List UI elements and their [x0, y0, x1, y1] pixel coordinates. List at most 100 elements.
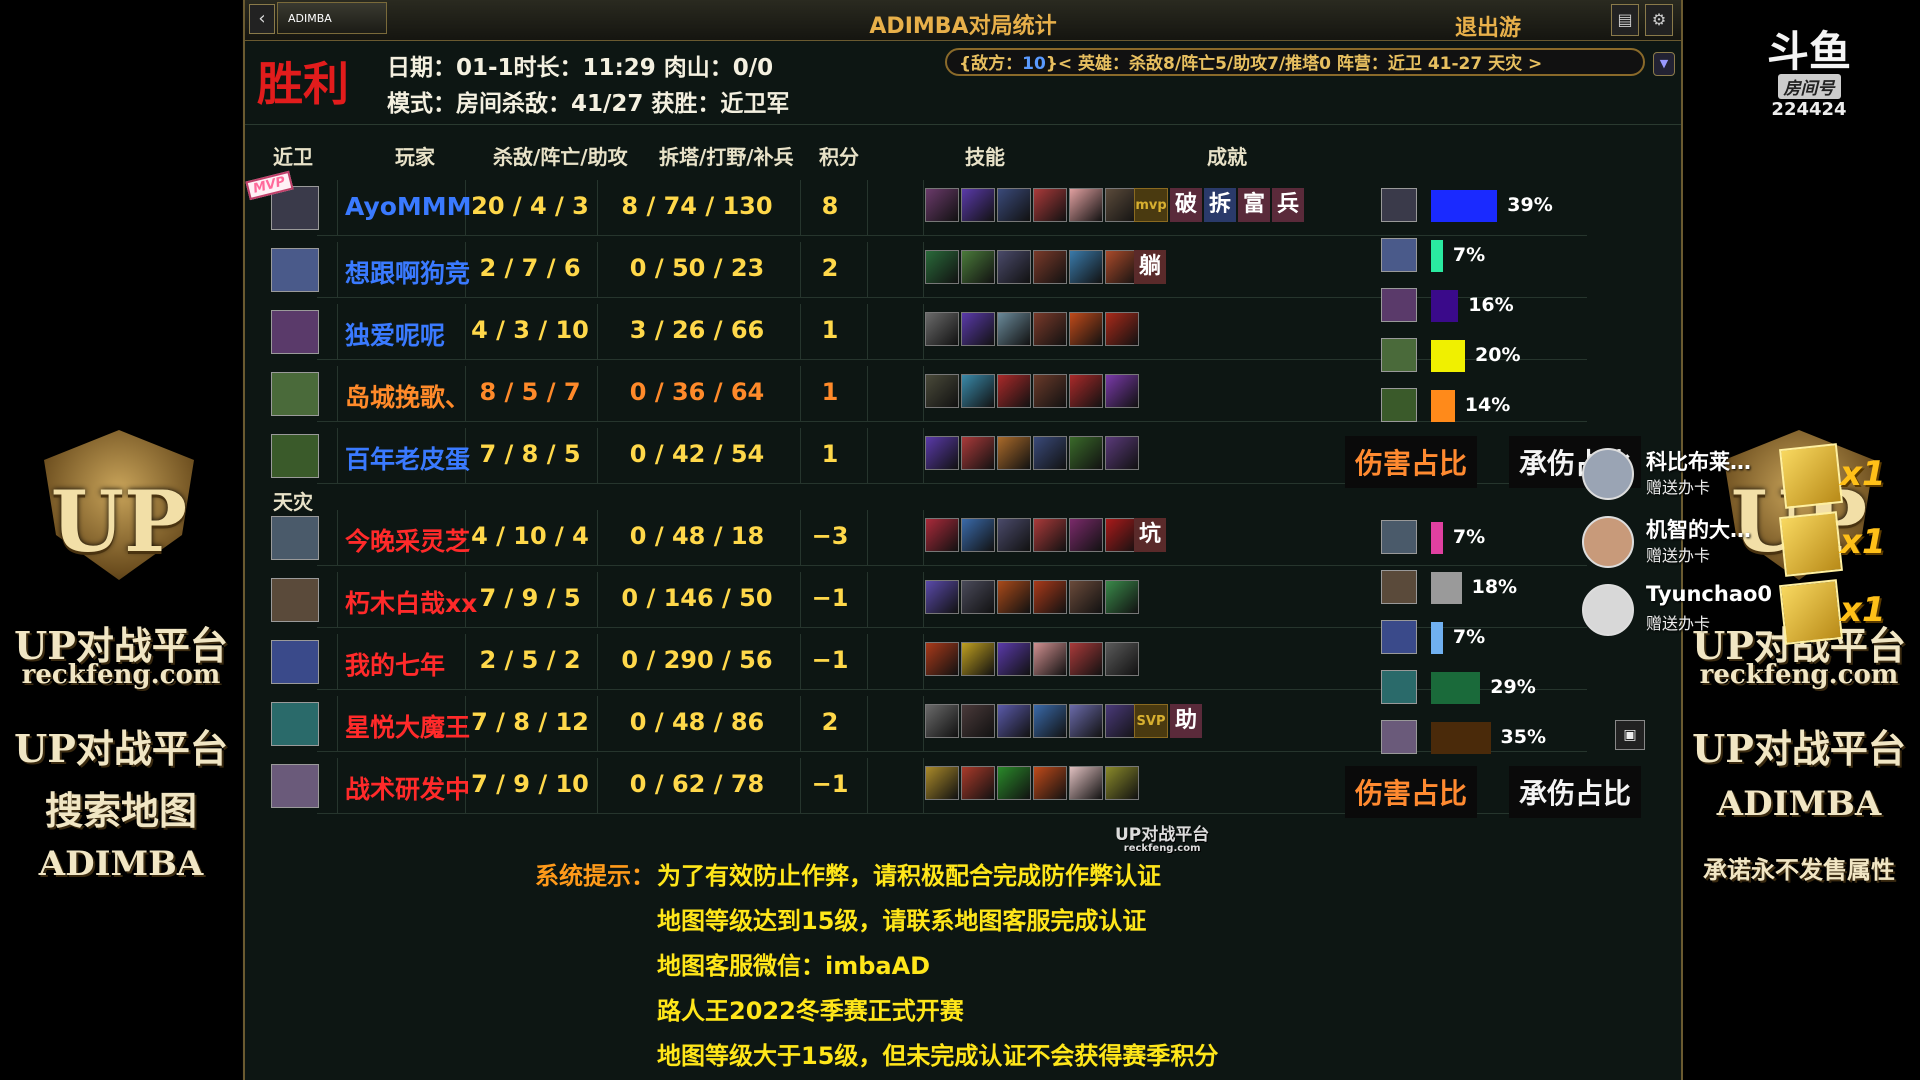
damage-share-tab[interactable]: 伤害占比	[1345, 436, 1478, 488]
player-economy: 0 / 290 / 56	[621, 646, 773, 674]
player-name[interactable]: 想跟啊狗竞	[345, 254, 470, 290]
skill-icon[interactable]	[925, 766, 959, 800]
skill-icon[interactable]	[961, 766, 995, 800]
skill-icon[interactable]	[1033, 374, 1067, 408]
skill-icon[interactable]	[961, 642, 995, 676]
skill-icon[interactable]	[997, 188, 1031, 222]
row-divider	[317, 565, 1587, 566]
skill-icon[interactable]	[961, 374, 995, 408]
cell-separator	[867, 180, 868, 236]
skill-icon[interactable]	[925, 642, 959, 676]
exit-game-button[interactable]: 退出游	[1455, 10, 1521, 42]
hero-portrait	[271, 764, 319, 808]
skill-icon[interactable]	[1033, 188, 1067, 222]
player-name[interactable]: 战术研发中	[345, 770, 470, 806]
expand-summary-button[interactable]: ▼	[1653, 52, 1675, 76]
menu-button[interactable]: ▤	[1611, 4, 1639, 36]
skill-icon[interactable]	[1033, 250, 1067, 284]
skill-icon[interactable]	[1033, 518, 1067, 552]
skill-icon[interactable]	[1105, 580, 1139, 614]
player-name[interactable]: 我的七年	[345, 646, 445, 682]
achievement-badge: 助	[1170, 704, 1202, 738]
skill-icon[interactable]	[1069, 250, 1103, 284]
skill-icon[interactable]	[1069, 188, 1103, 222]
skill-icon[interactable]	[961, 312, 995, 346]
left-line-3: ADIMBA	[38, 844, 204, 884]
skill-icon[interactable]	[961, 436, 995, 470]
gift-username[interactable]: 科比布莱…	[1646, 446, 1751, 476]
skill-icon[interactable]	[961, 518, 995, 552]
damage-taken-tab-2[interactable]: 承伤占比	[1509, 766, 1642, 818]
gift-username[interactable]: Tyunchao0	[1646, 582, 1772, 606]
skill-icon[interactable]	[1105, 436, 1139, 470]
skill-icon[interactable]	[997, 766, 1031, 800]
skill-icon[interactable]	[925, 374, 959, 408]
player-name[interactable]: 星悦大魔王	[345, 708, 470, 744]
skill-icon[interactable]	[1033, 704, 1067, 738]
gift-card-icon	[1779, 443, 1843, 509]
skill-icon[interactable]	[997, 312, 1031, 346]
skill-icon[interactable]	[997, 374, 1031, 408]
avatar[interactable]	[1582, 516, 1634, 568]
player-name[interactable]: 独爱呢呢	[345, 316, 445, 352]
damage-share-row: 35%	[1381, 718, 1601, 758]
skill-icon[interactable]	[1069, 766, 1103, 800]
damage-share-row: 29%	[1381, 668, 1601, 708]
damage-share-bar	[1431, 240, 1443, 272]
gift-count: x1	[1840, 522, 1886, 562]
skill-icon[interactable]	[1069, 704, 1103, 738]
chat-toggle-button[interactable]: ▣	[1615, 720, 1645, 750]
skill-icon[interactable]	[1069, 518, 1103, 552]
skill-icon[interactable]	[997, 436, 1031, 470]
player-name[interactable]: 朽木白哉xx	[345, 584, 477, 620]
gift-username[interactable]: 机智的大…	[1646, 514, 1751, 544]
skill-icon[interactable]	[1105, 642, 1139, 676]
room-number: 224424	[1771, 99, 1847, 120]
damage-share-bar	[1431, 190, 1498, 222]
skill-icon[interactable]	[925, 518, 959, 552]
player-name[interactable]: 今晚采灵芝	[345, 522, 470, 558]
skill-icon[interactable]	[1069, 436, 1103, 470]
achievement-badge: 坑	[1134, 518, 1166, 552]
skill-icon[interactable]	[997, 580, 1031, 614]
skill-icon[interactable]	[997, 704, 1031, 738]
skill-icon[interactable]	[925, 250, 959, 284]
player-score: 1	[821, 316, 839, 344]
skill-icon[interactable]	[997, 518, 1031, 552]
team-scourge-label: 天灾	[273, 490, 313, 514]
skill-icon[interactable]	[1069, 580, 1103, 614]
col-player: 玩家	[395, 145, 435, 169]
skill-icon[interactable]	[925, 704, 959, 738]
skill-icon[interactable]	[1033, 766, 1067, 800]
chevron-down-icon: ▼	[1659, 57, 1669, 70]
avatar[interactable]	[1582, 448, 1634, 500]
player-name[interactable]: AyoMMM	[345, 192, 472, 221]
skill-icon[interactable]	[961, 250, 995, 284]
skill-icon[interactable]	[997, 642, 1031, 676]
skill-icon[interactable]	[925, 436, 959, 470]
skill-icon[interactable]	[1033, 642, 1067, 676]
skill-icon[interactable]	[925, 580, 959, 614]
skill-icon[interactable]	[961, 580, 995, 614]
skill-icon[interactable]	[1033, 436, 1067, 470]
skill-icon[interactable]	[925, 312, 959, 346]
damage-share-tab-2[interactable]: 伤害占比	[1345, 766, 1478, 818]
skill-icon[interactable]	[1105, 312, 1139, 346]
skill-icon[interactable]	[1033, 312, 1067, 346]
skill-icon[interactable]	[1069, 642, 1103, 676]
skill-icon[interactable]	[1069, 312, 1103, 346]
skill-icon[interactable]	[961, 704, 995, 738]
skill-icon[interactable]	[1105, 766, 1139, 800]
avatar[interactable]	[1582, 584, 1634, 636]
player-name[interactable]: 百年老皮蛋	[345, 440, 470, 476]
skill-icon[interactable]	[1105, 374, 1139, 408]
skill-icon[interactable]	[925, 188, 959, 222]
skill-icon[interactable]	[1033, 580, 1067, 614]
settings-button[interactable]: ⚙	[1645, 4, 1673, 36]
skill-icon[interactable]	[1069, 374, 1103, 408]
skill-icon[interactable]	[997, 250, 1031, 284]
player-name[interactable]: 岛城挽歌、	[345, 378, 470, 414]
skill-icon[interactable]	[961, 188, 995, 222]
right-line-1: UP对战平台	[1692, 726, 1906, 771]
damage-hero-icon	[1381, 238, 1417, 272]
